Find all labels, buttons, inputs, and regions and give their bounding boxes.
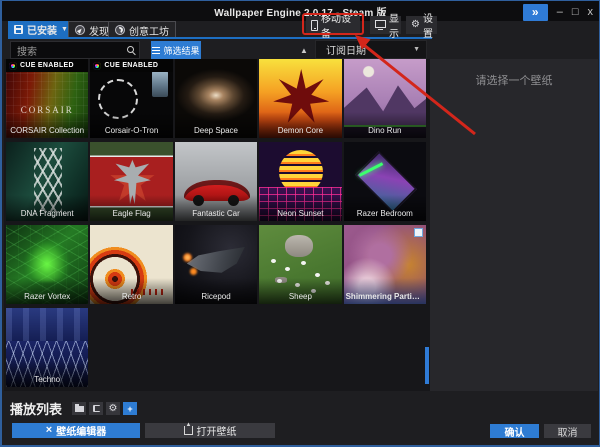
chevron-down-icon: ▼ (61, 26, 68, 33)
collapse-button[interactable]: ▲ (296, 43, 312, 57)
playlist-save-button[interactable] (89, 402, 103, 415)
selected-checkbox[interactable] (414, 228, 423, 237)
settings-label: 设置 (423, 10, 433, 40)
title-bar: Wallpaper Engine 2.0.17 - Steam 版 » – □ … (2, 1, 599, 21)
wallpaper-title: Shimmering Particles (344, 278, 426, 304)
window-controls: » – □ x (523, 3, 593, 21)
gear-icon: ⚙ (411, 20, 420, 30)
wallpaper-title: Fantastic Car (175, 195, 257, 221)
wallpaper-title: Deep Space (175, 112, 257, 138)
select-wallpaper-hint: 请选择一个壁纸 (430, 72, 598, 88)
wallpaper-title: Retro (90, 278, 172, 304)
wallpaper-title: Demon Core (259, 112, 341, 138)
open-wallpaper-button[interactable]: 打开壁纸 (145, 423, 275, 438)
wallpaper-tile-dna-fragment[interactable]: DNA Fragment (6, 142, 88, 221)
monitor-icon (375, 20, 386, 28)
wallpaper-tile-eagle-flag[interactable]: Eagle Flag (90, 142, 172, 221)
wallpaper-title: DNA Fragment (6, 195, 88, 221)
tab-workshop[interactable]: 创意工坊 (108, 21, 176, 38)
wallpaper-tile-techno[interactable]: Techno (6, 308, 88, 387)
search-box (10, 41, 140, 59)
wallpaper-tile-razer-vortex[interactable]: Razer Vortex (6, 225, 88, 304)
confirm-button[interactable]: 确认 (490, 424, 539, 438)
wallpaper-title: Techno (6, 361, 88, 387)
sort-value: 订阅日期 (326, 42, 366, 57)
save-disk-icon (93, 405, 100, 412)
cue-enabled-badge: CUE ENABLED (6, 59, 88, 72)
wallpaper-tile-shimmering-particles[interactable]: Shimmering Particles (344, 225, 426, 304)
active-tab-underline (8, 37, 432, 39)
dropdown-caret-icon: ▼ (413, 46, 420, 53)
workshop-icon (115, 25, 125, 35)
installed-disk-icon (14, 25, 23, 34)
filter-results-button[interactable]: 筛选结果 (151, 41, 201, 59)
icue-ring-icon (9, 62, 17, 70)
open-wallpaper-label: 打开壁纸 (197, 423, 237, 438)
wallpaper-tile-corsair-o-tron[interactable]: CUE ENABLED Corsair-O-Tron (90, 59, 172, 138)
wallpaper-tile-ricepod[interactable]: Ricepod (175, 225, 257, 304)
wallpaper-grid: CUE ENABLEDCORSAIRCORSAIR CollectionCUE … (6, 59, 426, 387)
mobile-device-label: 移动设备 (321, 10, 355, 40)
wallpaper-tile-razer-bedroom[interactable]: Razer Bedroom (344, 142, 426, 221)
wallpaper-engine-window: Wallpaper Engine 2.0.17 - Steam 版 » – □ … (0, 0, 600, 447)
wallpaper-tile-corsair-collection[interactable]: CUE ENABLEDCORSAIRCORSAIR Collection (6, 59, 88, 138)
wallpaper-tile-fantastic-car[interactable]: Fantastic Car (175, 142, 257, 221)
window-title: Wallpaper Engine 2.0.17 - Steam 版 (2, 4, 599, 19)
cue-enabled-badge: CUE ENABLED (90, 59, 172, 72)
scrollbar-thumb[interactable] (425, 347, 429, 384)
upload-icon (184, 426, 193, 435)
wallpaper-tile-sheep[interactable]: Sheep (259, 225, 341, 304)
filter-results-label: 筛选结果 (163, 44, 199, 57)
gears-icon: ⚙ (109, 404, 118, 414)
playlist-settings-button[interactable]: ⚙ (106, 402, 120, 415)
icue-ring-icon (93, 62, 101, 70)
cancel-button[interactable]: 取消 (544, 424, 591, 438)
preview-panel: 请选择一个壁纸 (430, 59, 598, 391)
wallpaper-tile-demon-core[interactable]: Demon Core (259, 59, 341, 138)
wallpaper-title: Razer Vortex (6, 278, 88, 304)
cue-enabled-text: CUE ENABLED (20, 62, 74, 69)
wallpaper-editor-label: 壁纸编辑器 (56, 423, 106, 438)
tab-workshop-label: 创意工坊 (129, 23, 169, 38)
compass-icon (75, 25, 85, 35)
folder-icon (75, 406, 84, 412)
mobile-device-button[interactable]: 移动设备 (306, 16, 360, 34)
display-button[interactable]: 显示 (370, 16, 401, 34)
phone-icon (311, 20, 318, 31)
expand-button[interactable]: » (523, 4, 548, 21)
wallpaper-tile-retro[interactable]: Retro (90, 225, 172, 304)
settings-button[interactable]: ⚙ 设置 (406, 16, 437, 34)
wallpaper-title: Neon Sunset (259, 195, 341, 221)
wallpaper-tile-neon-sunset[interactable]: Neon Sunset (259, 142, 341, 221)
wallpaper-title: CORSAIR Collection (6, 112, 88, 138)
wallpaper-title: Ricepod (175, 278, 257, 304)
wallpaper-title: Razer Bedroom (344, 195, 426, 221)
wallpaper-title: Eagle Flag (90, 195, 172, 221)
wallpaper-editor-button[interactable]: × 壁纸编辑器 (12, 423, 140, 438)
sort-dropdown[interactable]: 订阅日期 ▼ (315, 40, 427, 59)
tab-installed[interactable]: 已安装 ▼ (8, 21, 74, 38)
wallpaper-tile-deep-space[interactable]: Deep Space (175, 59, 257, 138)
tab-installed-label: 已安装 (27, 22, 57, 37)
wallpaper-tile-dino-run[interactable]: Dino Run (344, 59, 426, 138)
wallpaper-title: Sheep (259, 278, 341, 304)
cue-enabled-text: CUE ENABLED (104, 62, 158, 69)
wallpaper-title: Corsair-O-Tron (90, 112, 172, 138)
maximize-button[interactable]: □ (572, 4, 579, 21)
close-button[interactable]: x (588, 4, 594, 21)
search-icon (127, 46, 134, 53)
playlist-add-button[interactable]: + (123, 402, 137, 415)
tab-discover-label: 发现 (89, 23, 109, 38)
filter-list-icon (152, 47, 160, 54)
minimize-button[interactable]: – (557, 4, 563, 21)
playlist-label: 播放列表 (10, 399, 62, 418)
wallpaper-title: Dino Run (344, 112, 426, 138)
wallpaper-grid-area: CUE ENABLEDCORSAIRCORSAIR CollectionCUE … (4, 59, 430, 391)
display-label: 显示 (389, 10, 399, 40)
editor-tools-icon: × (46, 425, 52, 436)
playlist-open-button[interactable] (72, 402, 86, 415)
